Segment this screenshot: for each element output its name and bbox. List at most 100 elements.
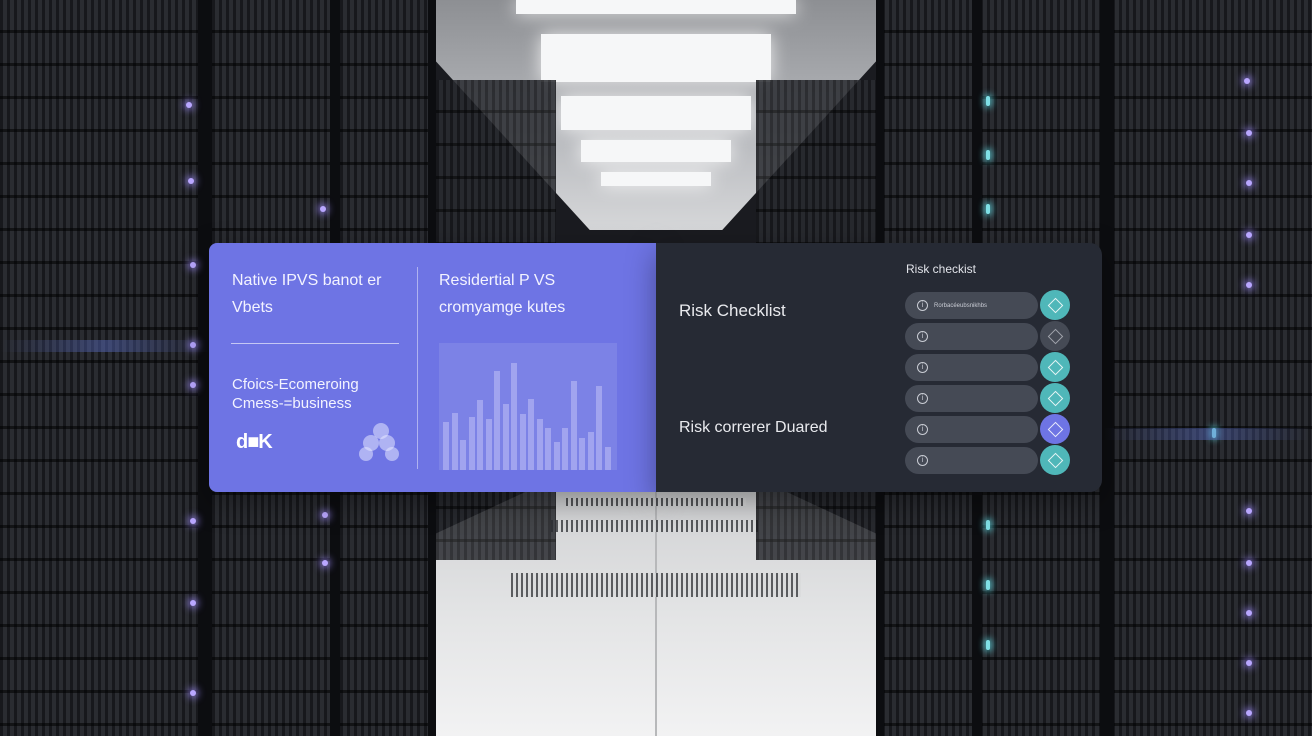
ceiling-light	[601, 172, 711, 186]
use-case-line1: Cfoics-Ecomeroing	[232, 376, 359, 393]
status-led	[190, 262, 196, 268]
status-led	[1246, 610, 1252, 616]
column-divider	[417, 267, 418, 469]
native-ip-heading-line2: Vbets	[232, 299, 273, 316]
cluster-logo-icon	[359, 423, 401, 461]
status-led	[986, 580, 990, 590]
chart-bar	[502, 404, 509, 470]
risk-item-row[interactable]: i	[905, 447, 1038, 474]
residential-heading-line2: cromyamge kutes	[439, 299, 566, 316]
info-icon: i	[917, 393, 928, 404]
status-led	[986, 640, 990, 650]
chart-bar	[604, 447, 611, 470]
chart-bar	[451, 413, 458, 470]
chart-bar	[460, 440, 466, 470]
status-led	[1244, 78, 1250, 84]
risk-item-row[interactable]: i	[905, 385, 1038, 412]
status-led	[1246, 560, 1252, 566]
floor-vent	[511, 573, 801, 597]
diamond-icon	[1047, 297, 1063, 313]
chart-bar	[553, 442, 560, 470]
chart-bar	[536, 419, 543, 470]
chart-bar	[519, 414, 526, 470]
floor-seam	[655, 480, 657, 736]
chart-bar	[596, 386, 602, 470]
risk-item-label: Rorbacéeubsnikhbs	[934, 302, 988, 309]
usage-bar-chart	[439, 343, 617, 470]
chart-bar	[485, 419, 492, 470]
ceiling-light	[516, 0, 796, 14]
info-icon: i	[917, 362, 928, 373]
chart-bar	[468, 417, 475, 470]
use-case-line2: Cmess-=business	[232, 395, 352, 412]
status-led	[190, 600, 196, 606]
status-led	[1246, 130, 1252, 136]
chart-bar	[545, 428, 551, 470]
diamond-icon	[1047, 452, 1063, 468]
risk-item-toggle[interactable]	[1040, 445, 1070, 475]
status-led	[986, 150, 990, 160]
risk-item-row[interactable]: i	[905, 416, 1038, 443]
risk-list-heading: Risk checkist	[906, 262, 977, 276]
risk-item-toggle[interactable]	[1040, 321, 1070, 351]
rack-frame	[1100, 0, 1114, 736]
risk-item-row[interactable]: i Rorbacéeubsnikhbs	[905, 292, 1038, 319]
diamond-icon	[1047, 421, 1063, 437]
diamond-icon	[1047, 390, 1063, 406]
chart-bar	[528, 399, 534, 470]
status-led	[190, 382, 196, 388]
risk-item-toggle[interactable]	[1040, 414, 1070, 444]
risk-item-row[interactable]: i	[905, 354, 1038, 381]
info-icon: i	[917, 300, 928, 311]
diamond-icon	[1047, 328, 1063, 344]
residential-heading-line1: Residertial P VS	[439, 272, 556, 289]
status-led	[1246, 232, 1252, 238]
status-led	[1246, 282, 1252, 288]
risk-item-toggle[interactable]	[1040, 383, 1070, 413]
status-led	[1246, 180, 1252, 186]
status-led	[1246, 660, 1252, 666]
native-ip-heading-line1: Native IPVS banot er	[232, 272, 382, 289]
chart-bar	[587, 432, 594, 470]
status-led	[190, 518, 196, 524]
server-rack-left-far	[0, 0, 200, 736]
status-led	[1246, 508, 1252, 514]
status-led	[188, 178, 194, 184]
risk-subtitle: Risk correrer Duared	[679, 419, 828, 436]
status-led	[1246, 710, 1252, 716]
status-led	[322, 512, 328, 518]
status-led	[322, 560, 328, 566]
server-rack-right-far	[1112, 0, 1312, 736]
ceiling-light	[541, 34, 771, 82]
info-icon: i	[917, 455, 928, 466]
status-led	[986, 204, 990, 214]
rack-glow	[1104, 428, 1312, 440]
risk-item-toggle[interactable]	[1040, 290, 1070, 320]
tiktok-logo: d■K	[236, 431, 273, 453]
ceiling-light	[561, 96, 751, 130]
info-icon: i	[917, 331, 928, 342]
diamond-icon	[1047, 359, 1063, 375]
floor-vent	[551, 520, 761, 532]
risk-checklist-panel: Risk Checklist Risk correrer Duared Risk…	[656, 243, 1102, 492]
risk-checklist-title: Risk Checklist	[679, 301, 786, 320]
status-led	[186, 102, 192, 108]
chart-bar	[579, 438, 585, 470]
floor-vent	[566, 498, 746, 506]
risk-item-toggle[interactable]	[1040, 352, 1070, 382]
rack-glow	[0, 340, 210, 352]
chart-bar	[511, 363, 517, 470]
chart-bar	[477, 400, 483, 470]
chart-bar	[494, 371, 500, 470]
risk-item-row[interactable]: i	[905, 323, 1038, 350]
info-icon: i	[917, 424, 928, 435]
status-led	[986, 96, 990, 106]
proxy-types-panel: Native IPVS banot er Vbets Cfoics-Ecomer…	[209, 243, 657, 492]
section-divider	[231, 343, 399, 344]
chart-bar	[443, 422, 449, 470]
status-led	[986, 520, 990, 530]
status-led	[320, 206, 326, 212]
chart-bar	[570, 381, 577, 470]
ceiling-light	[581, 140, 731, 162]
status-led	[190, 690, 196, 696]
